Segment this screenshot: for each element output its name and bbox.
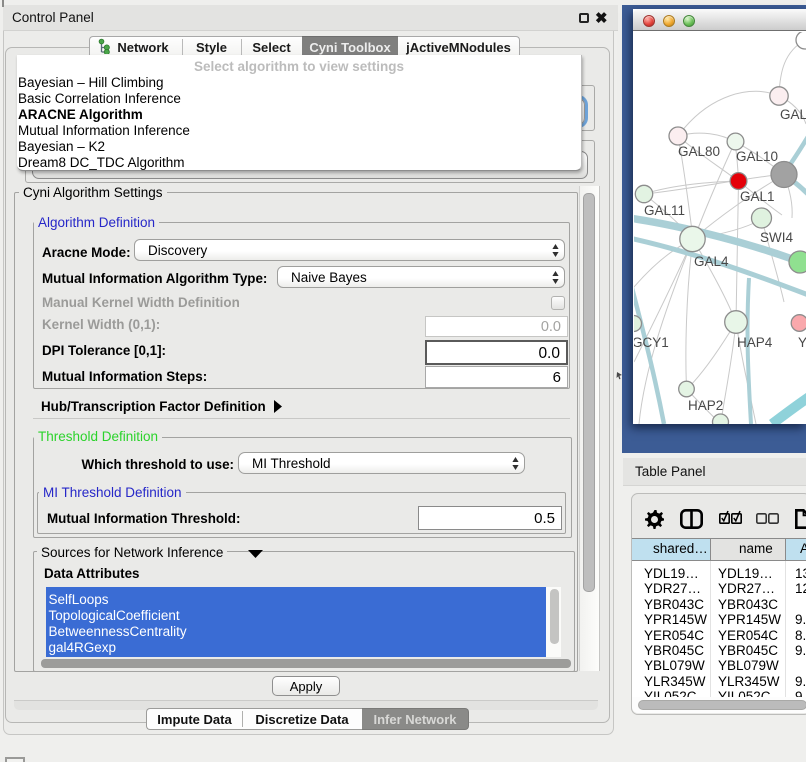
svg-text:SWI4: SWI4 (760, 230, 793, 245)
svg-text:GCY1: GCY1 (634, 335, 669, 350)
svg-text:GAL80: GAL80 (678, 144, 720, 159)
svg-text:GAL11: GAL11 (644, 203, 685, 218)
svg-text:GAL1: GAL1 (740, 189, 775, 204)
svg-text:HAP4: HAP4 (737, 335, 773, 350)
svg-text:Y: Y (798, 335, 806, 350)
svg-text:GAL7: GAL7 (780, 107, 806, 122)
svg-text:GAL4: GAL4 (694, 254, 729, 269)
svg-text:HAP2: HAP2 (688, 398, 723, 413)
svg-text:GAL10: GAL10 (736, 149, 778, 164)
